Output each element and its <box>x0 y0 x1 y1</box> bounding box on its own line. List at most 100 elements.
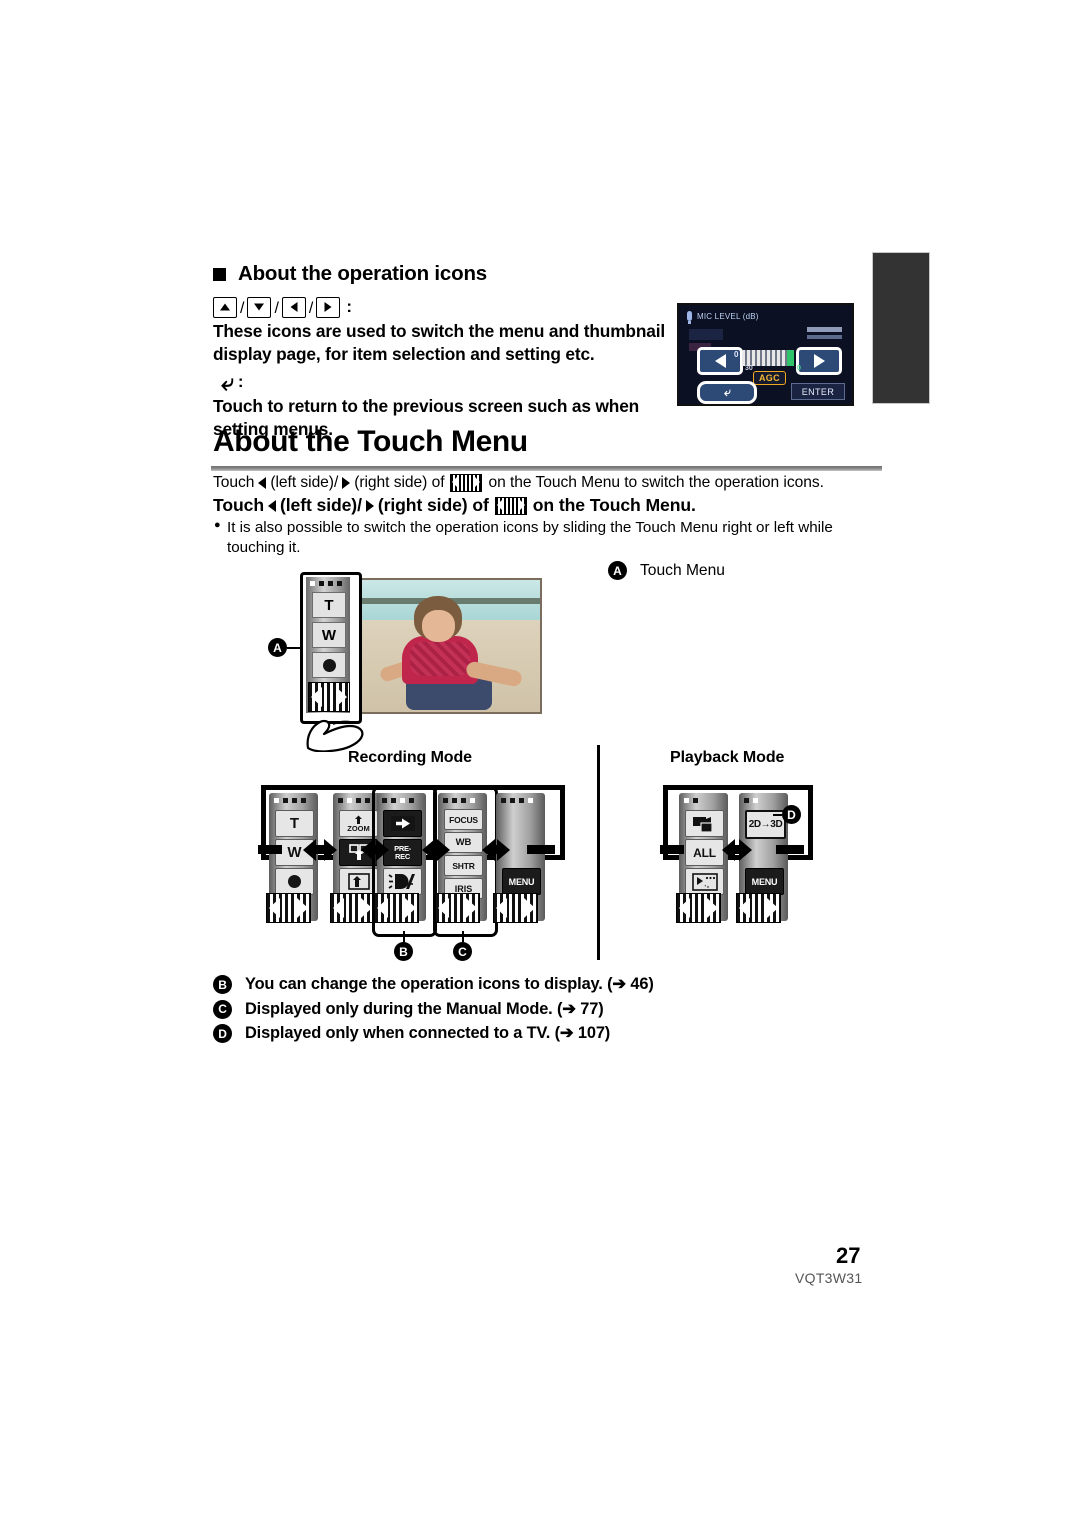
title-divider <box>211 466 882 471</box>
footnote-b-circle: B <box>213 975 232 994</box>
panel-dots-4 <box>443 798 482 803</box>
touch-menu-bullet: ● It is also possible to switch the oper… <box>214 518 876 558</box>
legend-a-circle: A <box>608 561 627 580</box>
legend-a-label: Touch Menu <box>640 561 725 579</box>
touch-menu-switch-icon <box>450 473 483 492</box>
manual-page: About the operation icons / / / : These … <box>0 0 1080 1526</box>
hand-pointer-icon <box>306 719 364 752</box>
screenshot-right-arrow-icon[interactable] <box>796 347 842 375</box>
arrow-keys-row: / / / : <box>213 295 683 319</box>
panel-switch-1[interactable] <box>266 893 311 923</box>
bold-part-2: (left side)/ <box>279 495 362 515</box>
tele-zoom-icon[interactable]: T <box>275 810 314 837</box>
playback-mode-label: Playback Mode <box>670 749 785 766</box>
return-arrow-icon: ⤷ <box>221 368 234 395</box>
record-dot-icon[interactable] <box>312 652 346 678</box>
panel-switch-3[interactable] <box>374 893 419 923</box>
panel-dots-3 <box>382 798 421 803</box>
marker-b: B <box>394 931 413 961</box>
flow-arrow-3 <box>422 838 450 861</box>
footnote-c-text: Displayed only during the Manual Mode. (… <box>245 999 604 1018</box>
menu-icon[interactable]: MENU <box>502 868 541 895</box>
panel-switch-4[interactable] <box>435 893 480 923</box>
footnotes-list: B You can change the operation icons to … <box>213 972 733 1046</box>
record-dot-icon[interactable] <box>275 868 314 895</box>
touch-menu-bold-line: Touch (left side)/ (right side) of on th… <box>213 495 696 516</box>
marker-c-circle: C <box>453 942 472 961</box>
backlight-compensation-icon[interactable] <box>383 868 422 895</box>
panel-switch-pb2[interactable] <box>736 893 781 923</box>
arrow-keys-colon: : <box>346 297 353 316</box>
pre-rec-label-2: REC <box>395 851 410 861</box>
chapter-thumb-index <box>872 252 930 404</box>
tele-zoom-icon[interactable]: T <box>312 592 346 618</box>
callout-a-circle: A <box>268 638 287 657</box>
marker-b-circle: B <box>394 942 413 961</box>
bold-part-1: Touch <box>213 495 264 515</box>
marker-c: C <box>453 931 472 961</box>
screenshot-title: MIC LEVEL (dB) <box>697 311 759 321</box>
video-photo-switch-icon[interactable] <box>685 810 724 837</box>
callout-a-marker: A <box>268 638 287 657</box>
key-separator-2: / <box>274 300 279 317</box>
screenshot-title-row: MIC LEVEL (dB) <box>687 311 759 324</box>
photo-shirt <box>402 636 478 684</box>
touch-menu-switch-icon-bold <box>494 496 527 515</box>
panel-dots-1 <box>274 798 313 803</box>
panel-switch-2[interactable] <box>330 893 375 923</box>
touch-menu-bullet-text: It is also possible to switch the operat… <box>227 519 833 557</box>
microphone-icon <box>687 311 692 324</box>
return-colon: : <box>237 372 244 391</box>
pb-flow-arrow-in-left <box>660 843 684 856</box>
flow-arrow-1 <box>303 838 337 861</box>
footnote-d-circle: D <box>213 1024 232 1044</box>
screenshot-decor-2 <box>807 327 842 332</box>
footnote-c-circle: C <box>213 999 232 1019</box>
wide-zoom-icon[interactable]: W <box>312 622 346 648</box>
agc-badge: AGC <box>753 371 786 385</box>
marker-d: D <box>773 805 801 824</box>
panel-dots-pb1 <box>684 798 723 803</box>
focus-icon[interactable]: FOCUS <box>444 809 483 830</box>
footnote-c: C Displayed only during the Manual Mode.… <box>213 997 733 1022</box>
screenshot-decor-3 <box>807 335 842 339</box>
panel-switch-5[interactable] <box>493 893 538 923</box>
operation-icons-heading: About the operation icons <box>213 262 683 286</box>
page-title: About the Touch Menu <box>213 425 528 458</box>
highlight-playback-icon[interactable] <box>685 868 724 895</box>
footnote-d: D Displayed only when connected to a TV.… <box>213 1021 733 1046</box>
up-arrow-icon <box>213 296 237 318</box>
screenshot-enter-button[interactable]: ENTER <box>791 383 845 400</box>
operation-icons-section: About the operation icons / / / : These … <box>213 262 683 441</box>
return-icon-row: ⤷ : <box>221 369 683 395</box>
pb-flow-arrow-in-right <box>776 843 804 856</box>
mic-level-screenshot: MIC LEVEL (dB) 0 30 0 AGC ⤷ ENTER <box>677 303 854 406</box>
marker-d-circle: D <box>782 805 801 824</box>
touch-menu-intro-line: Touch (left side)/ (right side) of on th… <box>213 473 824 492</box>
bold-part-3: (right side) of <box>377 495 489 515</box>
panel-dots-5 <box>501 798 540 803</box>
meter-right-value: 0 <box>797 365 801 372</box>
meter-left-value: 0 <box>734 350 739 359</box>
touch-zoom-label: ZOOM <box>347 823 370 833</box>
footnote-b-text: You can change the operation icons to di… <box>245 975 654 993</box>
left-arrow-icon <box>281 296 306 318</box>
screenshot-return-button[interactable]: ⤷ <box>697 381 757 404</box>
photo-face <box>422 610 455 642</box>
screenshot-decor-1 <box>689 329 723 340</box>
fade-icon[interactable] <box>383 810 422 837</box>
all-icon[interactable]: ALL <box>685 839 724 866</box>
flow-arrow-in-left <box>258 843 282 856</box>
right-arrow-icon <box>316 296 341 318</box>
panel-switch-pb1[interactable] <box>676 893 721 923</box>
right-side-triangle-icon <box>342 476 351 489</box>
pb-flow-arrow-1 <box>722 838 752 861</box>
menu-icon-playback[interactable]: MENU <box>745 868 784 895</box>
page-number: 27 <box>836 1243 861 1268</box>
intro-part-2: (left side)/ <box>270 474 339 491</box>
left-side-triangle-icon <box>258 476 267 489</box>
key-separator-3: / <box>308 300 314 317</box>
product-code: VQT3W31 <box>795 1270 863 1286</box>
intro-part-1: Touch <box>213 474 255 491</box>
mode-section-divider <box>597 745 600 960</box>
